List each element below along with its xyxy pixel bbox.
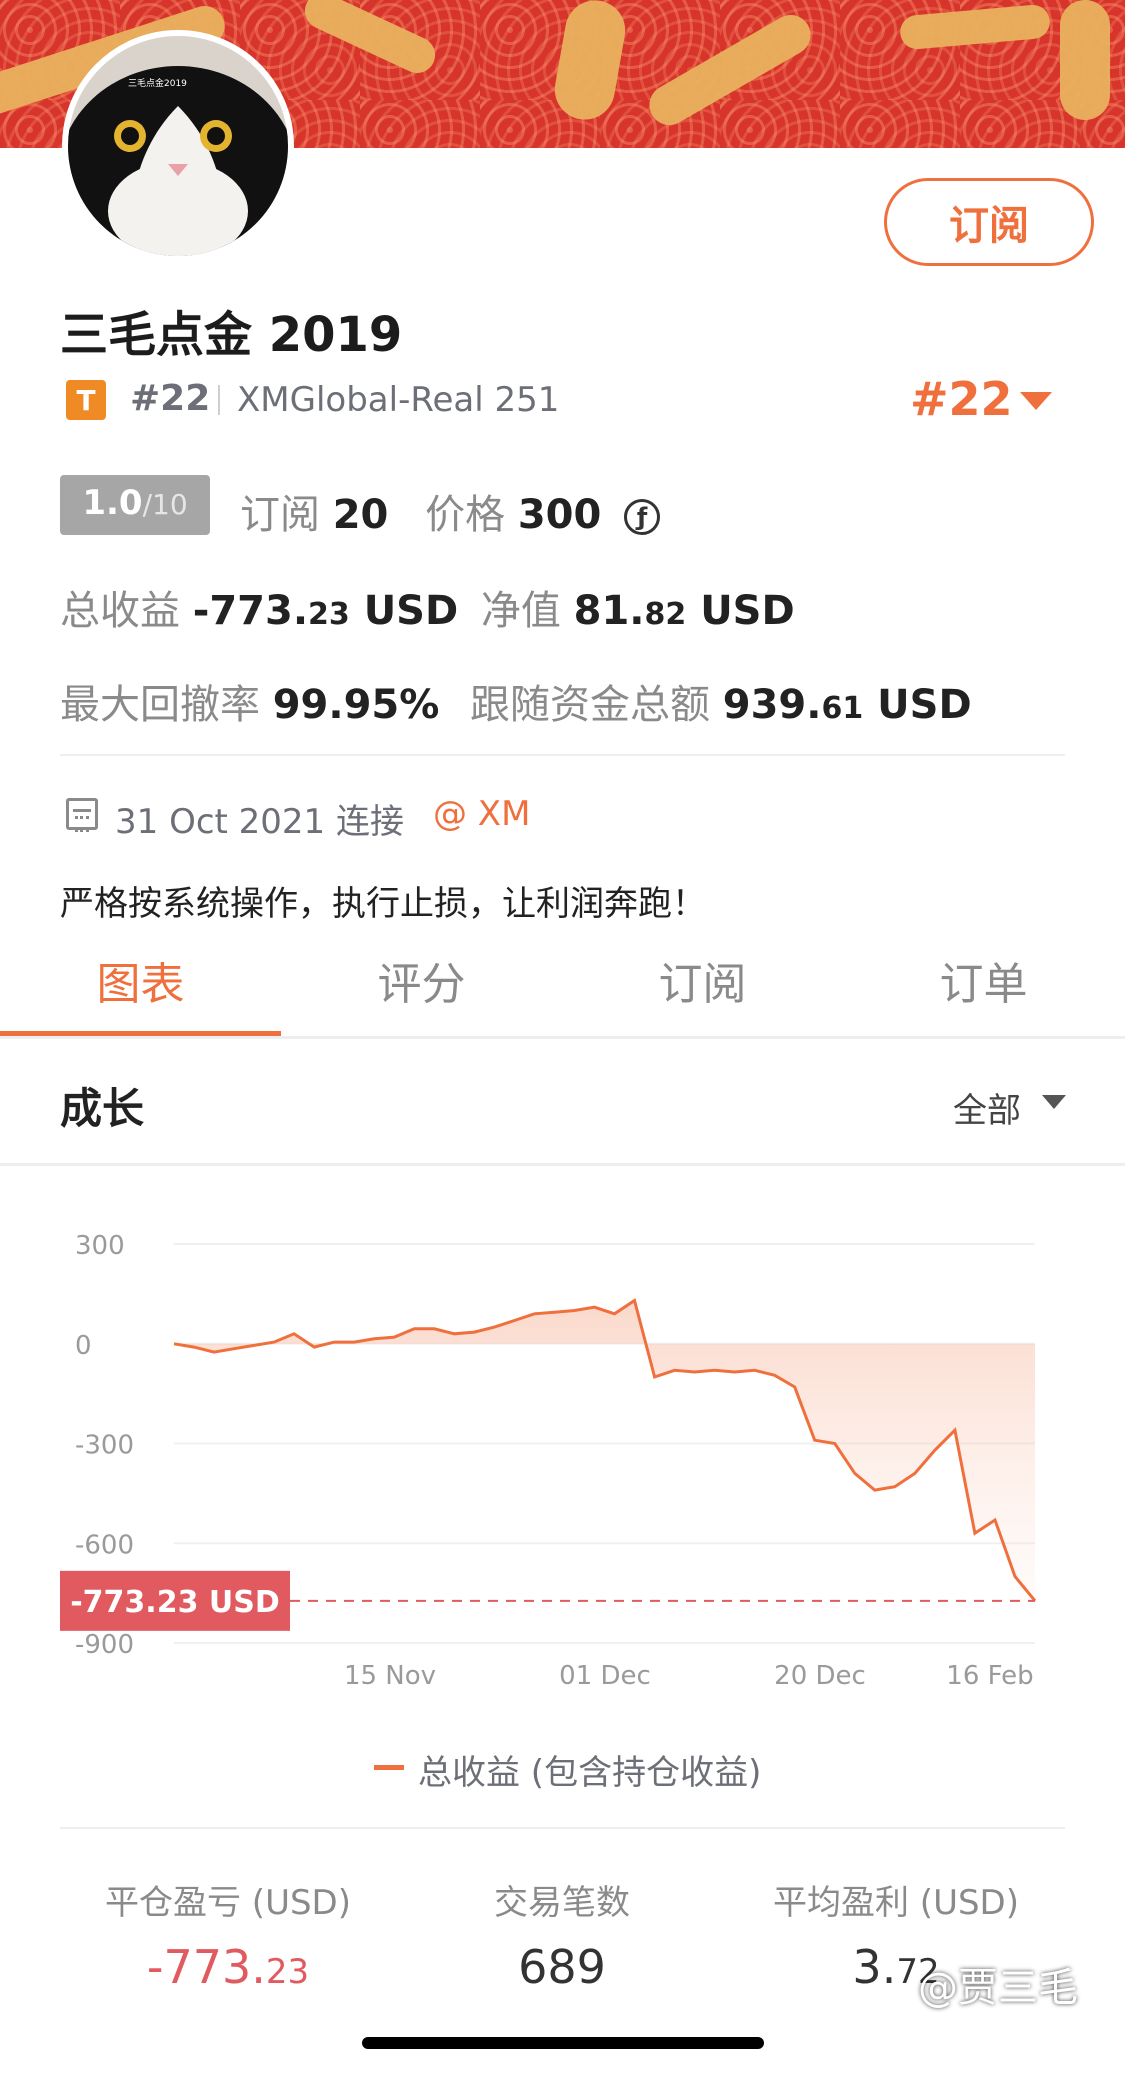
tab-chart[interactable]: 图表 (0, 948, 281, 1012)
equity-int: 81. (573, 588, 645, 634)
closed-pnl-value: -773.23 (58, 1940, 398, 1994)
tab-bar-baseline (0, 1036, 1125, 1039)
closed-pnl-int: -773. (146, 1940, 266, 1994)
score-value: 1.0 (82, 483, 143, 523)
tab-subscriptions[interactable]: 订阅 (562, 948, 843, 1012)
trade-count-value: 689 (392, 1940, 732, 1994)
trade-count-label: 交易笔数 (494, 1883, 630, 1923)
growth-chart[interactable]: 300 0 -300 -600 -900 15 Nov 01 Dec 20 Dec 16 Feb… (0, 1200, 1125, 1700)
closed-pnl-dec: 23 (265, 1952, 310, 1992)
current-value-label: -773.23 USD (70, 1585, 280, 1620)
drawdown-value: 99.95% (272, 682, 440, 728)
strategy-description: 严格按系统操作，执行止损，让利润奔跑！ (60, 884, 706, 924)
caret-down-icon[interactable] (1020, 392, 1052, 410)
f-coin-icon: ƒ (624, 499, 661, 535)
drawdown-follow-line: 最大回撤率 99.95% 跟随资金总额 939.61 USD (60, 672, 972, 730)
trader-type-badge: T (66, 380, 106, 420)
y-tick-label: 0 (75, 1331, 92, 1361)
score-badge: 1.0 /10 (60, 475, 210, 535)
total-dec: 23 (308, 597, 350, 632)
price-value: 300 (517, 492, 602, 538)
range-select[interactable]: 全部 (953, 1083, 1021, 1132)
rank-big[interactable]: #22 (910, 372, 1013, 426)
avg-profit-label: 平均盈利 (USD) (773, 1883, 1019, 1923)
divider (60, 754, 1065, 756)
avg-profit-int: 3. (852, 1940, 897, 1994)
x-tick-label: 16 Feb (946, 1661, 1033, 1691)
watermark: @贾三毛 (918, 1965, 1078, 2011)
legend-swatch (374, 1765, 404, 1770)
subs-label: 订阅 (240, 492, 320, 538)
server-name: XMGlobal-Real 251 (237, 380, 560, 420)
x-tick-label: 20 Dec (774, 1661, 866, 1691)
rank-separator (218, 385, 220, 415)
subscribe-button[interactable]: 订阅 (884, 178, 1094, 266)
chevron-down-icon[interactable] (1042, 1095, 1066, 1109)
home-indicator[interactable] (362, 2037, 764, 2049)
y-tick-label: -300 (75, 1431, 134, 1461)
total-int: -773. (192, 588, 309, 634)
x-tick-label: 01 Dec (559, 1661, 651, 1691)
closed-pnl-label: 平仓盈亏 (USD) (105, 1883, 351, 1923)
equity-unit: USD (700, 588, 795, 634)
total-unit: USD (363, 588, 459, 634)
equity-dec: 82 (644, 597, 687, 632)
broker-link[interactable]: @ XM (433, 794, 530, 834)
drawdown-label: 最大回撤率 (60, 682, 260, 728)
series-area (174, 1300, 1035, 1601)
trade-count-int: 689 (518, 1940, 606, 1994)
x-tick-label: 15 Nov (344, 1661, 436, 1691)
tab-rating[interactable]: 评分 (281, 948, 562, 1012)
section-title: 成长 (60, 1084, 145, 1133)
equity-label: 净值 (480, 588, 561, 634)
subs-price-line: 订阅 20 价格 300 ƒ (240, 482, 661, 540)
y-tick-label: 300 (75, 1231, 125, 1261)
avatar[interactable]: 三毛点金2019 (62, 30, 294, 262)
total-label: 总收益 (60, 588, 180, 634)
connect-date: 31 Oct 2021 连接 (115, 802, 404, 842)
score-max: /10 (142, 488, 188, 521)
avatar-caption: 三毛点金2019 (128, 79, 187, 89)
calendar-icon (66, 798, 98, 832)
follow-dec: 61 (821, 691, 864, 726)
active-tab-indicator (0, 1031, 281, 1036)
legend-label: 总收益 (包含持仓收益) (418, 1753, 762, 1793)
y-tick-label: -900 (75, 1630, 134, 1660)
page-title: 三毛点金 2019 (60, 307, 403, 363)
follow-label: 跟随资金总额 (470, 682, 711, 728)
y-tick-label: -600 (75, 1530, 134, 1560)
subs-value: 20 (332, 492, 389, 538)
divider (0, 1163, 1125, 1166)
follow-int: 939. (722, 682, 822, 728)
tab-orders[interactable]: 订单 (843, 948, 1124, 1012)
follow-unit: USD (877, 682, 972, 728)
total-equity-line: 总收益 -773.23 USD 净值 81.82 USD (60, 578, 795, 636)
divider (60, 1827, 1065, 1829)
price-label: 价格 (425, 492, 506, 538)
rank-small: #22 (130, 378, 211, 419)
